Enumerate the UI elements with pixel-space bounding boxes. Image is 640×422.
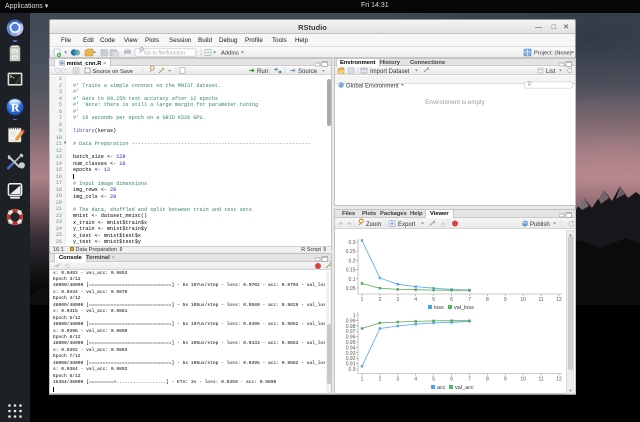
svg-text:12: 12 — [556, 297, 562, 303]
svg-text:7: 7 — [468, 377, 471, 383]
svg-text:val_acc: val_acc — [455, 385, 474, 391]
svg-text:0.15: 0.15 — [346, 268, 356, 274]
svg-text:0.25: 0.25 — [346, 249, 356, 255]
svg-text:Zoom: Zoom — [366, 222, 381, 228]
svg-text:4: 4 — [414, 297, 417, 303]
svg-text:List: List — [546, 69, 556, 75]
svg-text:2: 2 — [379, 297, 382, 303]
svg-text:1: 1 — [361, 297, 364, 303]
svg-text:Go to file/function: Go to file/function — [144, 50, 185, 56]
svg-text:7: 7 — [468, 297, 471, 303]
svg-text:3: 3 — [396, 297, 399, 303]
svg-text:4: 4 — [414, 377, 417, 383]
svg-text:Source on Save: Source on Save — [93, 69, 133, 75]
svg-text:11: 11 — [538, 297, 543, 303]
svg-text:5: 5 — [432, 377, 435, 383]
svg-text:2: 2 — [379, 377, 382, 383]
svg-text:10: 10 — [520, 377, 526, 383]
svg-text:11: 11 — [538, 377, 543, 383]
svg-text:loss: loss — [434, 305, 444, 311]
svg-text:9: 9 — [504, 297, 507, 303]
svg-text:R: R — [11, 101, 20, 115]
svg-text:Source: Source — [298, 69, 318, 75]
svg-text:Project: (None): Project: (None) — [534, 50, 572, 56]
svg-text:0.2: 0.2 — [349, 258, 356, 264]
svg-text:Global Environment: Global Environment — [346, 84, 399, 90]
svg-text:0.1: 0.1 — [349, 277, 356, 283]
svg-text:0.05: 0.05 — [346, 286, 356, 292]
svg-text:5: 5 — [432, 297, 435, 303]
svg-text:8: 8 — [486, 377, 489, 383]
svg-text:6: 6 — [450, 297, 453, 303]
svg-text:6: 6 — [450, 377, 453, 383]
svg-text:0.9: 0.9 — [349, 367, 356, 373]
svg-text:acc: acc — [437, 385, 446, 391]
svg-text:10: 10 — [520, 297, 526, 303]
svg-text:0.3: 0.3 — [349, 240, 356, 246]
svg-text:1: 1 — [361, 377, 364, 383]
svg-text:9: 9 — [504, 377, 507, 383]
svg-text:Addins: Addins — [221, 50, 239, 56]
svg-text:Export: Export — [398, 222, 416, 228]
svg-text:val_loss: val_loss — [454, 305, 474, 311]
svg-text:Publish: Publish — [530, 222, 550, 228]
svg-text:12: 12 — [556, 377, 562, 383]
svg-text:Run: Run — [257, 69, 268, 75]
svg-text:8: 8 — [486, 297, 489, 303]
svg-text:Import Dataset: Import Dataset — [370, 69, 410, 75]
svg-text:3: 3 — [396, 377, 399, 383]
